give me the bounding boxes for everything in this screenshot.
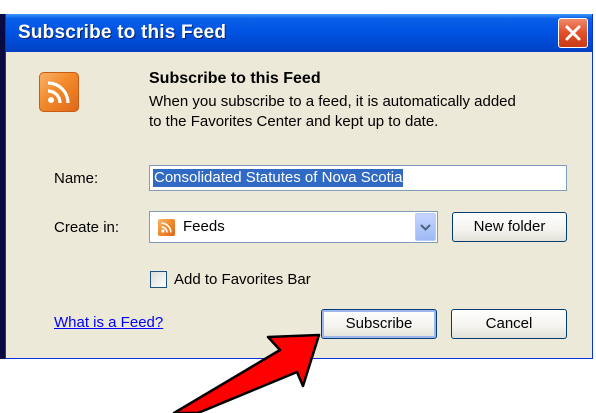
screenshot: Subscribe to this Feed Subscribe to this… [0,0,596,413]
red-arrow-icon [172,333,321,413]
